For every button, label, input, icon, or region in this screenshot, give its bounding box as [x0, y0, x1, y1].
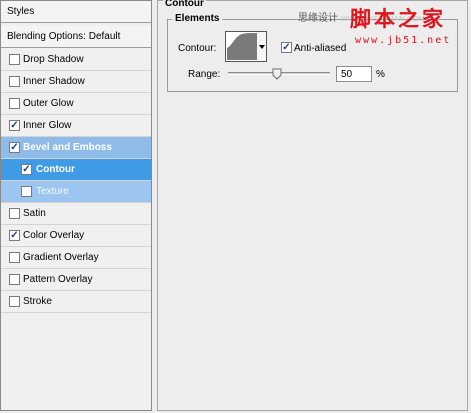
- satin-checkbox[interactable]: [9, 208, 20, 219]
- watermark-url: www.jb51.net: [355, 35, 452, 46]
- style-item-satin[interactable]: Satin: [1, 203, 151, 225]
- style-item-label: Contour: [36, 164, 75, 175]
- contour-dropdown-button[interactable]: [257, 31, 267, 62]
- contour-picker[interactable]: [225, 31, 259, 62]
- styles-header[interactable]: Styles: [1, 1, 151, 23]
- style-item-inner-glow[interactable]: ✓ Inner Glow: [1, 115, 151, 137]
- style-item-drop-shadow[interactable]: Drop Shadow: [1, 49, 151, 71]
- range-input[interactable]: [336, 66, 372, 82]
- contour-label: Contour:: [178, 43, 217, 54]
- color-overlay-checkbox[interactable]: ✓: [9, 230, 20, 241]
- style-item-label: Inner Glow: [23, 120, 72, 131]
- range-unit-label: %: [376, 69, 385, 80]
- style-item-stroke[interactable]: Stroke: [1, 291, 151, 313]
- style-item-bevel-and-emboss[interactable]: ✓ Bevel and Emboss: [1, 137, 151, 159]
- contour-curve-icon: [227, 33, 257, 60]
- watermark-site-name: 思缘设计: [298, 13, 338, 24]
- gradient-overlay-checkbox[interactable]: [9, 252, 20, 263]
- blending-options-label: Blending Options: Default: [7, 31, 121, 42]
- style-item-label: Texture: [36, 186, 69, 197]
- style-item-label: Color Overlay: [23, 230, 85, 241]
- drop-shadow-checkbox[interactable]: [9, 54, 20, 65]
- style-item-label: Gradient Overlay: [23, 252, 99, 263]
- style-item-label: Satin: [23, 208, 46, 219]
- anti-aliased-checkbox[interactable]: ✓: [281, 42, 292, 53]
- style-item-label: Stroke: [23, 296, 52, 307]
- outer-glow-checkbox[interactable]: [9, 98, 20, 109]
- texture-checkbox[interactable]: [21, 186, 32, 197]
- style-item-pattern-overlay[interactable]: Pattern Overlay: [1, 269, 151, 291]
- style-item-label: Outer Glow: [23, 98, 74, 109]
- chevron-down-icon: [259, 45, 265, 49]
- range-label: Range:: [188, 69, 221, 80]
- contour-checkbox[interactable]: ✓: [21, 164, 32, 175]
- stroke-checkbox[interactable]: [9, 296, 20, 307]
- style-item-label: Bevel and Emboss: [23, 142, 112, 153]
- style-item-contour[interactable]: ✓ Contour: [1, 159, 151, 181]
- style-item-outer-glow[interactable]: Outer Glow: [1, 93, 151, 115]
- style-item-label: Inner Shadow: [23, 76, 85, 87]
- range-slider-thumb[interactable]: [272, 68, 282, 80]
- pattern-overlay-checkbox[interactable]: [9, 274, 20, 285]
- style-item-label: Drop Shadow: [23, 54, 84, 65]
- inner-shadow-checkbox[interactable]: [9, 76, 20, 87]
- watermark-brand: 脚本之家: [350, 6, 446, 31]
- anti-aliased-label[interactable]: Anti-aliased: [294, 43, 346, 54]
- style-item-color-overlay[interactable]: ✓ Color Overlay: [1, 225, 151, 247]
- styles-list: Styles Blending Options: Default Drop Sh…: [0, 0, 152, 411]
- inner-glow-checkbox[interactable]: ✓: [9, 120, 20, 131]
- style-item-inner-shadow[interactable]: Inner Shadow: [1, 71, 151, 93]
- elements-group-title: Elements: [172, 13, 223, 24]
- contour-section-title: Contour: [163, 0, 206, 9]
- style-item-gradient-overlay[interactable]: Gradient Overlay: [1, 247, 151, 269]
- blending-options-row[interactable]: Blending Options: Default: [1, 26, 151, 48]
- bevel-and-emboss-checkbox[interactable]: ✓: [9, 142, 20, 153]
- style-item-label: Pattern Overlay: [23, 274, 93, 285]
- style-item-texture[interactable]: Texture: [1, 181, 151, 203]
- styles-header-label: Styles: [7, 6, 35, 17]
